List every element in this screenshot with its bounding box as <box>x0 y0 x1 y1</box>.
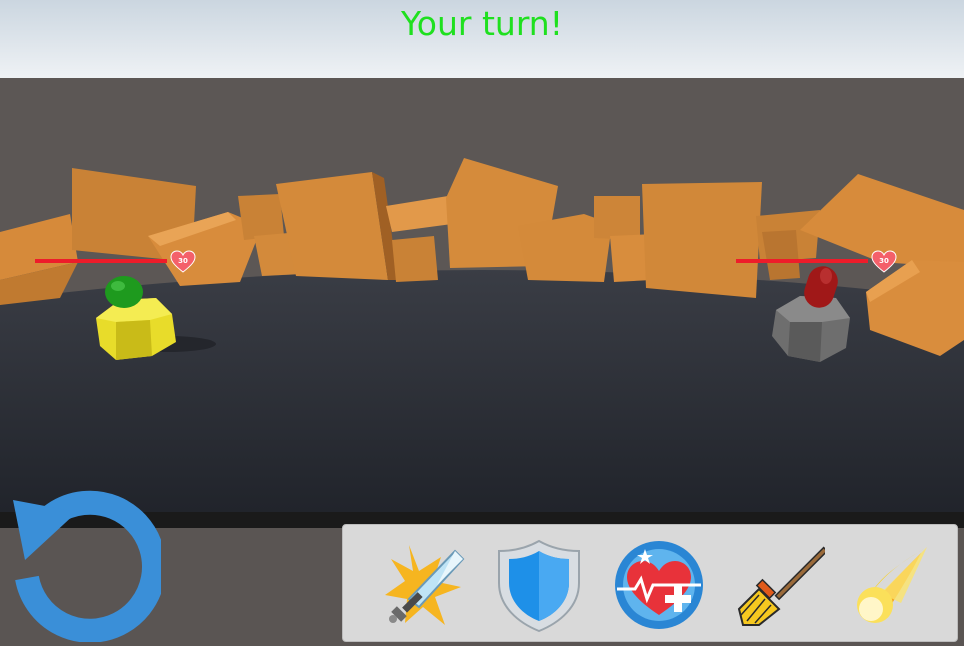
fireball-icon <box>857 547 927 623</box>
ability-attack-button[interactable] <box>379 537 475 633</box>
shield-icon <box>498 539 580 633</box>
ability-fireball-button[interactable] <box>841 537 937 633</box>
player-health-heart-icon: 30 <box>170 250 196 274</box>
ability-heal-button[interactable] <box>611 537 707 633</box>
sword-icon <box>385 545 465 625</box>
enemy-health-value: 30 <box>879 257 889 265</box>
ability-defend-button[interactable] <box>491 537 587 633</box>
broom-icon <box>737 546 825 626</box>
heart-heal-icon <box>615 541 703 629</box>
enemy-health-heart-icon: 30 <box>871 250 897 274</box>
enemy-health-bar <box>736 259 868 263</box>
player-health-bar <box>35 259 167 263</box>
restart-arrow-icon <box>13 490 166 643</box>
player-health-value: 30 <box>178 257 188 265</box>
ability-sweep-button[interactable] <box>729 537 825 633</box>
ability-panel <box>342 524 958 642</box>
restart-button[interactable] <box>5 482 166 643</box>
turn-status-text: Your turn! <box>401 4 563 43</box>
